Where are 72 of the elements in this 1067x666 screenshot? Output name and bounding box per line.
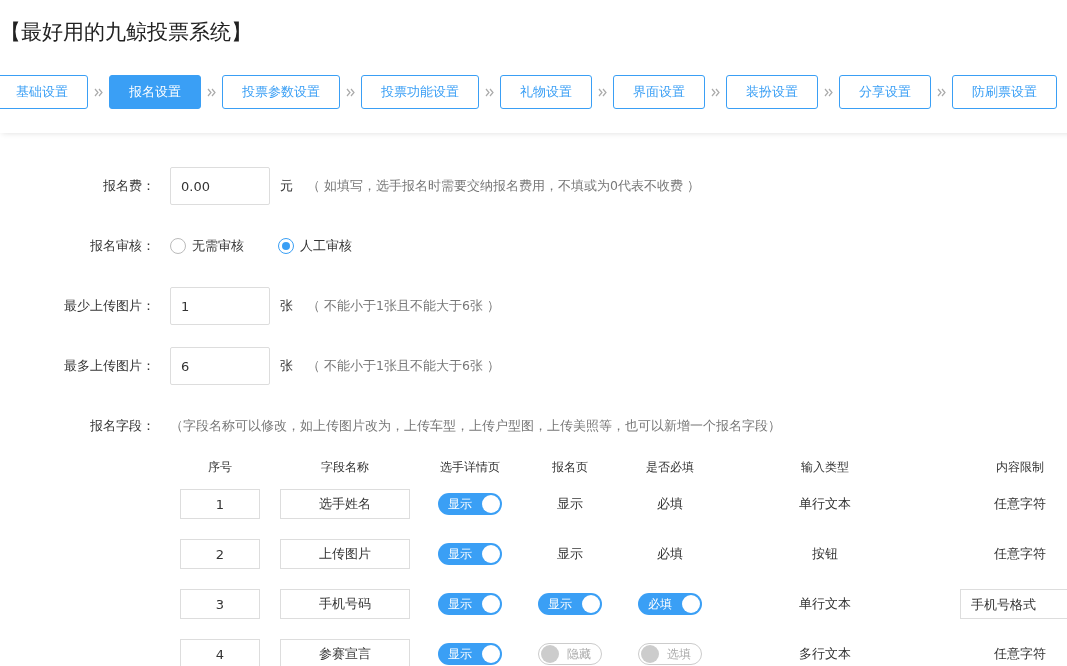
step-tab[interactable]: 防刷票设置: [952, 75, 1057, 109]
column-header: 选手详情页: [439, 458, 501, 476]
index-input[interactable]: 1: [180, 489, 260, 519]
table-cell: 显示: [557, 495, 583, 513]
step-tab[interactable]: 礼物设置: [500, 75, 592, 109]
hint-text: （ 不能小于1张且不能大于6张 ）: [307, 357, 500, 375]
hint-text: （ 不能小于1张且不能大于6张 ）: [307, 297, 500, 315]
table-cell: 多行文本: [799, 645, 851, 663]
step-tab[interactable]: 投票参数设置: [222, 75, 340, 109]
radio-label: 人工审核: [300, 237, 352, 255]
step-tab[interactable]: 界面设置: [613, 75, 705, 109]
field-label: 报名费：: [102, 177, 156, 195]
column-header: 报名页: [551, 458, 589, 476]
count-input[interactable]: 1: [170, 287, 270, 325]
field-label: 报名审核：: [89, 237, 156, 255]
field-name-input[interactable]: 手机号码: [280, 589, 410, 619]
field-name-input[interactable]: 参赛宣言: [280, 639, 410, 666]
double-chevron-icon: [346, 87, 355, 97]
toggle-switch[interactable]: 显示: [438, 543, 502, 565]
toggle-switch[interactable]: 显示: [438, 643, 502, 665]
table-cell: 单行文本: [799, 495, 851, 513]
double-chevron-icon: [937, 87, 946, 97]
field-label: 最多上传图片：: [63, 357, 156, 375]
count-input[interactable]: 6: [170, 347, 270, 385]
double-chevron-icon: [598, 87, 607, 97]
page-title: 【最好用的九鲸投票系统】: [0, 19, 253, 46]
radio-option[interactable]: 无需审核: [170, 237, 244, 255]
table-cell: 按钮: [812, 545, 838, 563]
table-cell: 显示: [557, 545, 583, 563]
step-tab[interactable]: 投票功能设置: [361, 75, 479, 109]
unit-label: 张: [280, 357, 293, 375]
column-header: 序号: [207, 458, 233, 476]
table-cell: 单行文本: [799, 595, 851, 613]
field-name-input[interactable]: 上传图片: [280, 539, 410, 569]
field-label: 最少上传图片：: [63, 297, 156, 315]
table-cell: 必填: [657, 495, 683, 513]
field-label: 报名字段：: [89, 417, 156, 435]
column-header: 字段名称: [320, 458, 370, 476]
toggle-switch[interactable]: 必填: [638, 593, 702, 615]
unit-label: 元: [280, 177, 293, 195]
field-name-input[interactable]: 选手姓名: [280, 489, 410, 519]
index-input[interactable]: 2: [180, 539, 260, 569]
toggle-switch[interactable]: 隐藏: [538, 643, 602, 665]
table-cell: 任意字符: [994, 545, 1046, 563]
hint-text: （字段名称可以修改，如上传图片改为，上传车型，上传户型图，上传美照等，也可以新增一个报名字段）: [170, 417, 781, 435]
toggle-switch[interactable]: 显示: [438, 593, 502, 615]
column-header: 是否必填: [645, 458, 695, 476]
step-tab[interactable]: 装扮设置: [726, 75, 818, 109]
step-tab[interactable]: 报名设置: [109, 75, 201, 109]
column-header: 内容限制: [995, 458, 1045, 476]
format-select[interactable]: 手机号格式: [960, 589, 1067, 619]
toggle-switch[interactable]: 显示: [438, 493, 502, 515]
double-chevron-icon: [94, 87, 103, 97]
index-input[interactable]: 3: [180, 589, 260, 619]
table-cell: 必填: [657, 545, 683, 563]
double-chevron-icon: [485, 87, 494, 97]
table-cell: 任意字符: [994, 645, 1046, 663]
index-input[interactable]: 4: [180, 639, 260, 666]
unit-label: 张: [280, 297, 293, 315]
radio-label: 无需审核: [192, 237, 244, 255]
toggle-switch[interactable]: 选填: [638, 643, 702, 665]
radio-option[interactable]: 人工审核: [278, 237, 352, 255]
fee-input[interactable]: 0.00: [170, 167, 270, 205]
column-header: 输入类型: [800, 458, 850, 476]
step-tab[interactable]: 基础设置: [0, 75, 88, 109]
double-chevron-icon: [824, 87, 833, 97]
double-chevron-icon: [711, 87, 720, 97]
hint-text: （ 如填写，选手报名时需要交纳报名费用，不填或为0代表不收费 ）: [307, 177, 700, 195]
double-chevron-icon: [207, 87, 216, 97]
step-tab[interactable]: 分享设置: [839, 75, 931, 109]
table-cell: 任意字符: [994, 495, 1046, 513]
toggle-switch[interactable]: 显示: [538, 593, 602, 615]
